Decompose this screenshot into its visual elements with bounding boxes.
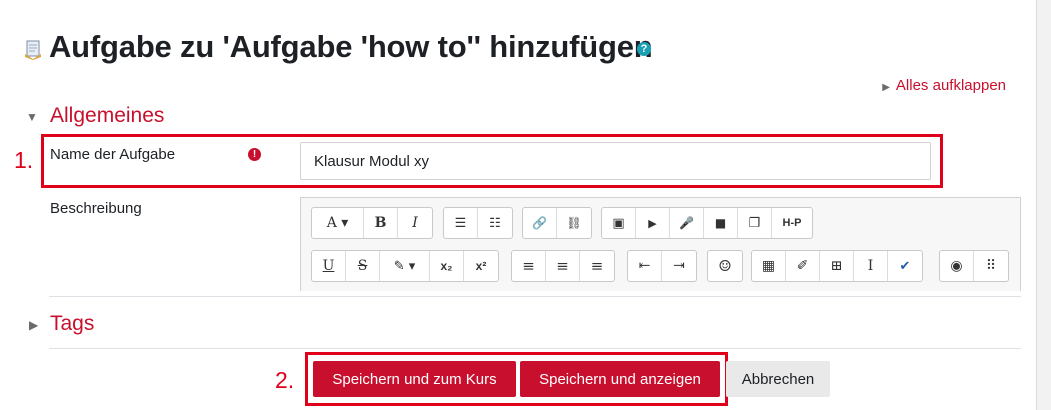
equation-button[interactable]: ▦ — [752, 251, 786, 281]
media-button[interactable]: ▶ — [636, 208, 670, 238]
align-center-button[interactable]: ≡ — [546, 251, 580, 281]
record-audio-button[interactable]: 🎤 — [670, 208, 704, 238]
ordered-list-button[interactable]: ☷ — [478, 208, 512, 238]
toolbar-group-accessibility: ◉ ⠿ — [939, 250, 1009, 282]
indent-button[interactable]: ⇥ — [662, 251, 696, 281]
italic-button[interactable]: I — [398, 208, 432, 238]
cursor-button[interactable]: I — [854, 251, 888, 281]
align-right-button[interactable]: ≡ — [580, 251, 614, 281]
assignment-icon — [25, 40, 41, 60]
table-button[interactable]: ⊞ — [820, 251, 854, 281]
annotation-number-2: 2. — [275, 367, 295, 393]
toolbar-group-format: U S ✎ ▾ x₂ x² — [311, 250, 499, 282]
expand-all-link[interactable]: ▶ Alles aufklappen — [882, 77, 1006, 94]
toolbar-group-style: A ▾ B I — [311, 207, 433, 239]
emoticon-button[interactable]: ☺ — [708, 251, 742, 281]
underline-button[interactable]: U — [312, 251, 346, 281]
form-card: Aufgabe zu 'Aufgabe 'how to'' hinzufügen… — [0, 0, 1037, 410]
unordered-list-button[interactable]: ☰ — [444, 208, 478, 238]
question-circle-icon[interactable]: ? — [637, 42, 651, 56]
toolbar-group-links: 🔗 ⛓ — [522, 207, 592, 239]
caret-down-icon[interactable]: ▼ — [26, 110, 38, 124]
section-divider — [49, 348, 1021, 349]
strikethrough-button[interactable]: S — [346, 251, 380, 281]
save-and-return-button[interactable]: Speichern und zum Kurs — [313, 361, 516, 397]
description-editor[interactable]: A ▾ B I ☰ ☷ 🔗 ⛓ ▣ ▶ 🎤 ■ ❐ H-P U S ✎ ▾ x₂… — [300, 197, 1021, 291]
checkmark-button[interactable]: ✔ — [888, 251, 922, 281]
required-icon: ! — [248, 148, 261, 161]
align-left-button[interactable]: ≡ — [512, 251, 546, 281]
name-field-label: Name der Aufgabe — [50, 146, 176, 163]
record-video-button[interactable]: ■ — [704, 208, 738, 238]
cancel-button[interactable]: Abbrechen — [726, 361, 830, 397]
caret-right-icon[interactable]: ▶ — [29, 318, 38, 332]
description-label: Beschreibung — [50, 200, 142, 217]
outdent-button[interactable]: ⇤ — [628, 251, 662, 281]
superscript-button[interactable]: x² — [464, 251, 498, 281]
font-style-button[interactable]: A ▾ — [312, 208, 364, 238]
edit-button[interactable]: ✐ — [786, 251, 820, 281]
unlink-button[interactable]: ⛓ — [557, 208, 591, 238]
name-input[interactable] — [300, 142, 931, 180]
toolbar-group-align: ≡ ≡ ≡ — [511, 250, 615, 282]
text-color-button[interactable]: ✎ ▾ — [380, 251, 430, 281]
braille-button[interactable]: ⠿ — [974, 251, 1008, 281]
toolbar-group-tools: ▦ ✐ ⊞ I ✔ — [751, 250, 923, 282]
section-title-tags[interactable]: Tags — [50, 312, 94, 336]
toolbar-group-emoticon: ☺ — [707, 250, 743, 282]
subscript-button[interactable]: x₂ — [430, 251, 464, 281]
toolbar-group-indent: ⇤ ⇥ — [627, 250, 697, 282]
section-title-general[interactable]: Allgemeines — [50, 104, 164, 128]
h5p-button[interactable]: H-P — [772, 208, 812, 238]
manage-files-button[interactable]: ❐ — [738, 208, 772, 238]
link-button[interactable]: 🔗 — [523, 208, 557, 238]
bold-button[interactable]: B — [364, 208, 398, 238]
caret-right-icon: ▶ — [882, 82, 890, 93]
accessibility-button[interactable]: ◉ — [940, 251, 974, 281]
toolbar-group-lists: ☰ ☷ — [443, 207, 513, 239]
annotation-number-1: 1. — [14, 147, 34, 173]
save-and-display-button[interactable]: Speichern und anzeigen — [520, 361, 720, 397]
section-divider — [49, 296, 1021, 297]
expand-all-label: Alles aufklappen — [895, 77, 1006, 94]
toolbar-group-media: ▣ ▶ 🎤 ■ ❐ H-P — [601, 207, 813, 239]
page-title: Aufgabe zu 'Aufgabe 'how to'' hinzufügen — [49, 29, 653, 64]
image-button[interactable]: ▣ — [602, 208, 636, 238]
